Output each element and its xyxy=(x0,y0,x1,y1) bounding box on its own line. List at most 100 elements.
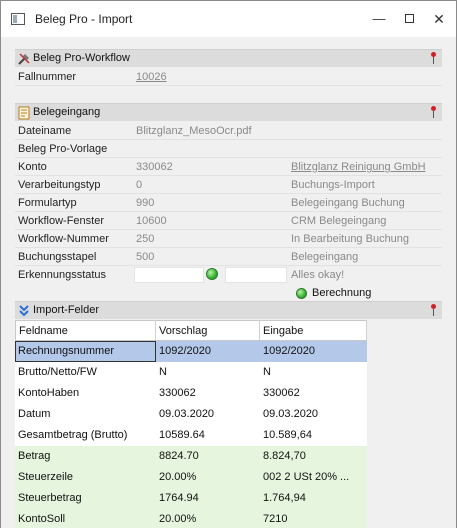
maximize-button[interactable] xyxy=(397,7,421,31)
pin-icon[interactable] xyxy=(428,105,438,119)
grid-header-row: Feldname Vorschlag Eingabe xyxy=(15,320,367,341)
eingabe-cell[interactable]: 002 2 USt 20% ... xyxy=(260,467,367,488)
chevron-double-down-icon xyxy=(17,304,31,318)
konto-label: Konto xyxy=(18,161,47,173)
table-row[interactable]: Datum 09.03.2020 09.03.2020 xyxy=(15,404,367,425)
eingabe-cell[interactable]: 8.824,70 xyxy=(260,446,367,467)
feldname-cell[interactable]: Steuerbetrag xyxy=(15,488,156,509)
feldname-cell[interactable]: Gesamtbetrag (Brutto) xyxy=(15,425,156,446)
eingabe-cell[interactable]: 09.03.2020 xyxy=(260,404,367,425)
table-row[interactable]: Rechnungsnummer 1092/2020 1092/2020 xyxy=(15,341,367,362)
formulartyp-label: Formulartyp xyxy=(18,197,77,209)
feldname-cell[interactable]: KontoSoll xyxy=(15,509,156,528)
workflow-fenster-value[interactable]: 10600 xyxy=(136,215,167,227)
form-row-workflow-nummer: Workflow-Nummer 250 In Bearbeitung Buchu… xyxy=(15,230,442,248)
table-row[interactable]: Steuerbetrag 1764.94 1.764,94 xyxy=(15,488,367,509)
feldname-cell[interactable]: Brutto/Netto/FW xyxy=(15,362,156,383)
form-row-erkennungsstatus: Erkennungsstatus Alles okay! xyxy=(15,266,442,284)
dateiname-value[interactable]: Blitzglanz_MesoOcr.pdf xyxy=(136,125,252,137)
column-header-eingabe[interactable]: Eingabe xyxy=(260,320,367,341)
title-bar: Beleg Pro - Import — ✕ xyxy=(1,1,456,37)
erkennungsstatus-field[interactable] xyxy=(134,267,204,283)
eingabe-cell[interactable]: N xyxy=(260,362,367,383)
vorschlag-cell[interactable]: 20.00% xyxy=(156,509,260,528)
formulartyp-value[interactable]: 990 xyxy=(136,197,154,209)
buchungsstapel-value[interactable]: 500 xyxy=(136,251,154,263)
import-window: Beleg Pro - Import — ✕ Beleg Pro-Workflo… xyxy=(0,0,457,528)
buchungsstapel-text: Belegeingang xyxy=(291,251,359,263)
formulartyp-text: Belegeingang Buchung xyxy=(291,197,405,209)
table-row[interactable]: Steuerzeile 20.00% 002 2 USt 20% ... xyxy=(15,467,367,488)
vorschlag-cell[interactable]: 20.00% xyxy=(156,467,260,488)
section-header-belegeingang[interactable]: Belegeingang xyxy=(15,103,442,121)
form-row-buchungsstapel: Buchungsstapel 500 Belegeingang xyxy=(15,248,442,266)
vorschlag-cell[interactable]: 1764.94 xyxy=(156,488,260,509)
eingabe-cell[interactable]: 1.764,94 xyxy=(260,488,367,509)
form-row-formulartyp: Formulartyp 990 Belegeingang Buchung xyxy=(15,194,442,212)
feldname-cell[interactable]: Rechnungsnummer xyxy=(15,341,156,362)
workflow-nummer-label: Workflow-Nummer xyxy=(18,233,109,245)
vorschlag-cell[interactable]: 1092/2020 xyxy=(156,341,260,362)
form-row-fallnummer: Fallnummer 10026 xyxy=(15,68,442,86)
section-header-import[interactable]: Import-Felder xyxy=(15,301,442,319)
konto-name-link[interactable]: Blitzglanz Reinigung GmbH xyxy=(291,161,426,173)
table-row[interactable]: KontoHaben 330062 330062 xyxy=(15,383,367,404)
maximize-icon xyxy=(404,14,414,24)
section-title-import: Import-Felder xyxy=(33,304,100,316)
feldname-cell[interactable]: Betrag xyxy=(15,446,156,467)
workflow-nummer-value[interactable]: 250 xyxy=(136,233,154,245)
minimize-button[interactable]: — xyxy=(367,7,391,31)
section-title-workflow: Beleg Pro-Workflow xyxy=(33,52,130,64)
vorschlag-cell[interactable]: 10589.64 xyxy=(156,425,260,446)
window-title: Beleg Pro - Import xyxy=(35,12,133,26)
column-header-feldname[interactable]: Feldname xyxy=(15,320,156,341)
window-icon xyxy=(11,13,25,25)
eingabe-cell[interactable]: 330062 xyxy=(260,383,367,404)
workflow-fenster-text: CRM Belegeingang xyxy=(291,215,387,227)
fallnummer-link[interactable]: 10026 xyxy=(136,71,167,83)
close-button[interactable]: ✕ xyxy=(427,7,451,31)
erkennungsstatus-text: Alles okay! xyxy=(291,269,345,281)
pin-icon[interactable] xyxy=(428,51,438,65)
form-row-vorlage: Beleg Pro-Vorlage xyxy=(15,140,442,158)
section-title-belegeingang: Belegeingang xyxy=(33,106,101,118)
konto-value[interactable]: 330062 xyxy=(136,161,173,173)
buchungsstapel-label: Buchungsstapel xyxy=(18,251,97,263)
form-row-konto: Konto 330062 Blitzglanz Reinigung GmbH xyxy=(15,158,442,176)
verarbeitungstyp-label: Verarbeitungstyp xyxy=(18,179,101,191)
eingabe-cell[interactable]: 7210 xyxy=(260,509,367,528)
feldname-cell[interactable]: KontoHaben xyxy=(15,383,156,404)
workflow-nummer-text: In Bearbeitung Buchung xyxy=(291,233,410,245)
column-header-vorschlag[interactable]: Vorschlag xyxy=(156,320,260,341)
green-status-icon xyxy=(296,288,307,299)
green-status-icon xyxy=(206,268,218,280)
vorschlag-cell[interactable]: 330062 xyxy=(156,383,260,404)
berechnung-label: Berechnung xyxy=(312,287,372,299)
erkennungsstatus-label: Erkennungsstatus xyxy=(18,269,107,281)
vorschlag-cell[interactable]: N xyxy=(156,362,260,383)
vorschlag-cell[interactable]: 8824.70 xyxy=(156,446,260,467)
verarbeitungstyp-value[interactable]: 0 xyxy=(136,179,142,191)
import-fields-grid: Feldname Vorschlag Eingabe Rechnungsnumm… xyxy=(15,320,367,528)
erkennungsstatus-field-2[interactable] xyxy=(225,267,287,283)
form-row-workflow-fenster: Workflow-Fenster 10600 CRM Belegeingang xyxy=(15,212,442,230)
feldname-cell[interactable]: Datum xyxy=(15,404,156,425)
pin-icon[interactable] xyxy=(428,303,438,317)
eingabe-cell[interactable]: 10.589,64 xyxy=(260,425,367,446)
vorschlag-cell[interactable]: 09.03.2020 xyxy=(156,404,260,425)
content-panel: Beleg Pro-Workflow Fallnummer 10026 Bele… xyxy=(1,37,456,528)
document-icon xyxy=(17,106,31,120)
fallnummer-label: Fallnummer xyxy=(18,71,77,83)
table-row[interactable]: Brutto/Netto/FW N N xyxy=(15,362,367,383)
table-row[interactable]: Betrag 8824.70 8.824,70 xyxy=(15,446,367,467)
table-row[interactable]: Gesamtbetrag (Brutto) 10589.64 10.589,64 xyxy=(15,425,367,446)
eingabe-cell[interactable]: 1092/2020 xyxy=(260,341,367,362)
vorlage-label: Beleg Pro-Vorlage xyxy=(18,143,108,155)
form-row-dateiname: Dateiname Blitzglanz_MesoOcr.pdf xyxy=(15,122,442,140)
workflow-fenster-label: Workflow-Fenster xyxy=(18,215,104,227)
dateiname-label: Dateiname xyxy=(18,125,72,137)
section-header-workflow[interactable]: Beleg Pro-Workflow xyxy=(15,49,442,67)
tools-icon xyxy=(17,52,31,66)
feldname-cell[interactable]: Steuerzeile xyxy=(15,467,156,488)
table-row[interactable]: KontoSoll 20.00% 7210 xyxy=(15,509,367,528)
